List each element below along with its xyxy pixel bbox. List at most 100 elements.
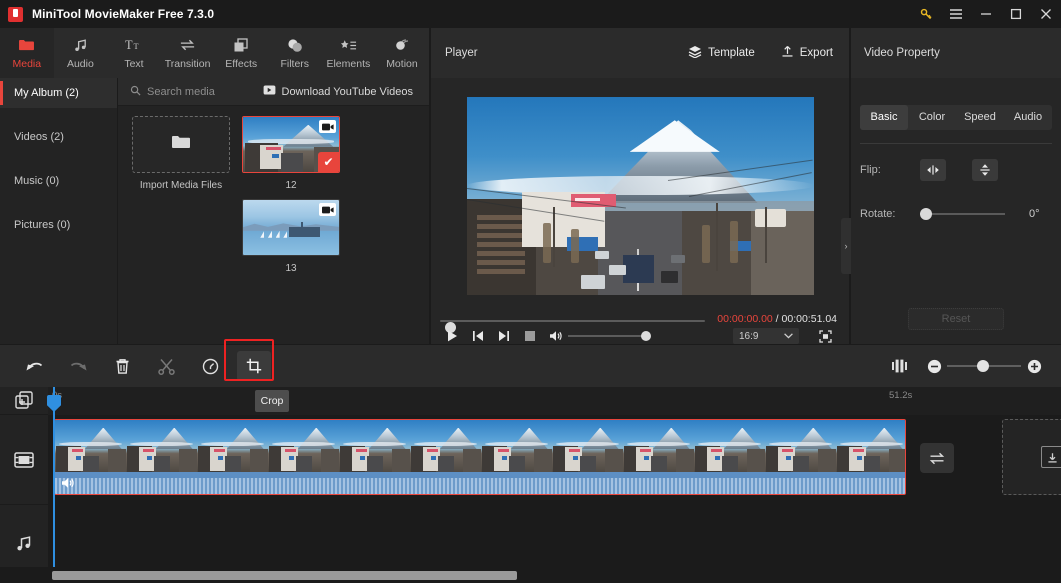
video-track <box>48 415 1061 505</box>
media-item[interactable]: ✔ 12 <box>242 116 340 191</box>
album-pictures[interactable]: Pictures (0) <box>0 210 117 240</box>
tab-audio[interactable]: Audio <box>54 28 108 78</box>
template-label: Template <box>708 47 755 59</box>
export-button[interactable]: Export <box>781 45 833 61</box>
volume-slider[interactable] <box>568 335 645 337</box>
svg-text:T: T <box>134 42 139 51</box>
album-gap <box>0 108 117 122</box>
video-type-icon <box>319 120 336 133</box>
star-list-icon <box>340 37 357 54</box>
import-media-cell[interactable]: Import Media Files <box>132 116 230 191</box>
album-videos[interactable]: Videos (2) <box>0 122 117 152</box>
timeline-clip[interactable] <box>54 419 906 495</box>
aspect-ratio-select[interactable]: 16:9 <box>733 328 799 344</box>
rotate-slider[interactable] <box>920 207 1005 221</box>
album-list: My Album (2) Videos (2) Music (0) Pictur… <box>0 78 118 344</box>
export-upload-icon <box>781 45 794 61</box>
fullscreen-button[interactable] <box>817 328 833 344</box>
search-input[interactable]: Search media <box>130 85 215 99</box>
swap-clip-button[interactable] <box>920 443 954 473</box>
player-header: Player Template Export <box>431 28 849 78</box>
clip-mute-icon[interactable] <box>59 474 77 492</box>
tab-elements[interactable]: Elements <box>322 28 376 78</box>
seek-slider[interactable] <box>440 320 705 333</box>
folder-icon <box>18 37 35 54</box>
timeline-playhead[interactable] <box>47 387 61 583</box>
zoom-in-button[interactable] <box>1021 345 1047 387</box>
tab-motion[interactable]: Motion <box>375 28 429 78</box>
volume-handle[interactable] <box>641 331 651 341</box>
time-display: 00:00:00.00 / 00:00:51.04 <box>717 313 837 325</box>
crop-button[interactable] <box>224 339 276 387</box>
property-panel-title: Video Property <box>864 47 940 59</box>
add-media-track-button[interactable] <box>0 387 48 415</box>
audio-track[interactable] <box>48 505 1061 565</box>
svg-text:T: T <box>126 38 134 52</box>
split-button[interactable] <box>144 345 188 387</box>
album-my-album[interactable]: My Album (2) <box>0 78 117 108</box>
maximize-icon[interactable] <box>1001 0 1031 28</box>
search-placeholder: Search media <box>147 85 215 98</box>
album-music[interactable]: Music (0) <box>0 166 117 196</box>
media-thumbnail[interactable] <box>242 199 340 256</box>
template-button[interactable]: Template <box>688 45 755 61</box>
undo-button[interactable] <box>12 345 56 387</box>
scrollbar-thumb[interactable] <box>52 571 517 580</box>
delete-button[interactable] <box>100 345 144 387</box>
tab-transition[interactable]: Transition <box>161 28 215 78</box>
media-toolbar: Search media Download YouTube Videos <box>118 78 429 106</box>
speed-button[interactable] <box>188 345 232 387</box>
close-icon[interactable] <box>1031 0 1061 28</box>
motion-circle-icon <box>394 37 410 54</box>
flip-vertical-icon[interactable] <box>972 159 998 181</box>
tab-filters-label: Filters <box>280 57 310 70</box>
media-thumbnail[interactable]: ✔ <box>242 116 340 173</box>
aspect-ratio-value: 16:9 <box>739 330 759 342</box>
rotate-row: Rotate: 0° <box>860 207 1061 221</box>
zoom-slider[interactable] <box>947 345 1021 387</box>
music-note-icon <box>73 37 88 54</box>
tab-media[interactable]: Media <box>0 28 54 78</box>
next-frame-button[interactable] <box>491 328 517 344</box>
previous-frame-button[interactable] <box>465 328 491 344</box>
tab-basic[interactable]: Basic <box>860 105 908 130</box>
rotate-handle[interactable] <box>920 208 932 220</box>
tab-transition-label: Transition <box>164 57 211 70</box>
import-media-dropzone[interactable] <box>132 116 230 173</box>
panel-collapse-handle[interactable]: › <box>841 218 851 274</box>
clip-dropzone[interactable] <box>1002 419 1061 495</box>
tab-text-label: Text <box>124 57 144 70</box>
media-browser: Search media Download YouTube Videos Imp… <box>118 78 429 344</box>
timeline-horizontal-scrollbar[interactable] <box>0 567 1061 583</box>
minimize-icon[interactable] <box>971 0 1001 28</box>
toolbar-right-group <box>885 345 1047 387</box>
zoom-out-button[interactable] <box>921 345 947 387</box>
menu-icon[interactable] <box>941 0 971 28</box>
volume-button[interactable] <box>543 328 569 344</box>
key-icon[interactable] <box>911 0 941 28</box>
reset-button[interactable]: Reset <box>908 308 1004 330</box>
flip-horizontal-icon[interactable] <box>920 159 946 181</box>
tab-elements-label: Elements <box>326 57 371 70</box>
chevron-right-icon: › <box>844 241 848 251</box>
tab-effects[interactable]: Effects <box>214 28 268 78</box>
clip-audio-waveform <box>55 472 905 494</box>
video-track-header[interactable] <box>0 415 48 505</box>
tab-filters[interactable]: Filters <box>268 28 322 78</box>
zoom-handle[interactable] <box>977 360 989 372</box>
media-item[interactable]: 13 <box>242 199 340 274</box>
album-label: Music (0) <box>14 175 60 187</box>
redo-button[interactable] <box>56 345 100 387</box>
tab-text[interactable]: TT Text <box>107 28 161 78</box>
tab-audio[interactable]: Audio <box>1004 105 1052 130</box>
player-stage <box>431 78 849 313</box>
split-view-icon[interactable] <box>885 345 915 387</box>
timeline-ruler[interactable]: 0s 51.2s <box>48 387 1061 415</box>
search-icon <box>130 85 141 99</box>
video-preview[interactable] <box>466 96 814 295</box>
play-button[interactable] <box>439 328 465 344</box>
tab-speed[interactable]: Speed <box>956 105 1004 130</box>
tab-color[interactable]: Color <box>908 105 956 130</box>
stop-button[interactable] <box>517 328 543 344</box>
download-youtube-button[interactable]: Download YouTube Videos <box>263 85 413 98</box>
